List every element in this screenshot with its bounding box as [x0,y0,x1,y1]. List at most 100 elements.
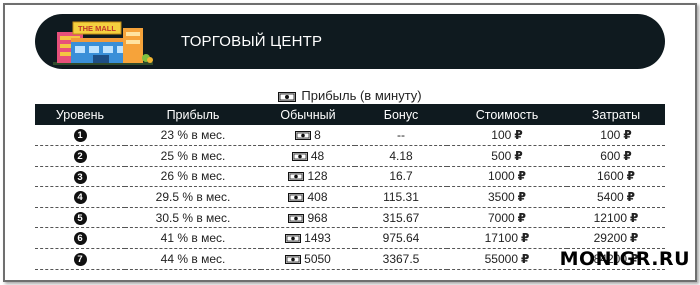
page-title: ТОРГОВЫЙ ЦЕНТР [181,33,323,50]
table-row: 4 29.5 % в мес. 408 115.31 3500 ₽5400 ₽ [35,186,665,208]
cell-regular: 968 [261,207,355,229]
cost-value: 3500 [487,190,515,205]
header-profit: Прибыль [125,104,261,125]
regular-value: 1493 [304,231,331,246]
ruble-sign: ₽ [630,210,639,225]
ruble-sign: ₽ [517,169,527,184]
header-bonus: Бонус [355,104,447,125]
ruble-sign: ₽ [623,128,632,143]
cost-value: 1000 [487,169,515,184]
money-bill-icon [285,234,302,244]
level-badge: 7 [73,253,87,267]
cell-bonus: 3367.5 [355,248,447,270]
cell-regular: 128 [261,166,355,188]
regular-value: 48 [310,148,325,163]
cell-expenses: 100 ₽ [567,125,665,147]
cell-level: 1 [35,125,125,147]
cell-expenses: 1600 ₽ [567,166,665,188]
cost-value: 55000 [484,251,518,266]
cell-bonus: -- [355,125,447,147]
ruble-sign: ₽ [517,190,527,205]
money-bill-icon [291,151,308,161]
cell-expenses: 5400 ₽ [567,186,665,208]
expenses-value: 100 [600,128,621,143]
shopping-mall-icon: THE MALL [53,21,153,65]
money-bill-icon [288,213,305,223]
cell-profit: 23 % в мес. [125,125,261,147]
header-cost: Стоимость [447,104,567,125]
regular-value: 128 [307,169,328,184]
cell-bonus: 975.64 [355,227,447,250]
mall-sign-text: THE MALL [78,24,116,33]
cell-level: 7 [35,248,125,270]
watermark: MONIGR.RU [559,248,690,270]
header-expenses: Затраты [567,104,665,125]
level-badge: 5 [73,211,87,225]
cost-value: 7000 [487,210,515,225]
expenses-value: 600 [600,148,621,163]
header-level: Уровень [35,104,125,125]
table-row: 2 25 % в мес. 48 4.18 500 ₽600 ₽ [35,145,665,167]
cell-cost: 3500 ₽ [447,186,567,208]
cell-profit: 29.5 % в мес. [125,186,261,208]
ruble-sign: ₽ [521,251,530,266]
cell-regular: 1493 [261,227,355,250]
cell-bonus: 315.67 [355,207,447,229]
table-row: 3 26 % в мес. 128 16.7 1000 ₽1600 ₽ [35,166,665,188]
money-bill-icon [285,254,302,264]
cost-value: 100 [491,128,512,143]
expenses-value: 1600 [596,169,624,184]
regular-value: 8 [314,128,321,143]
cell-cost: 1000 ₽ [447,166,567,188]
cell-regular: 8 [261,125,355,147]
expenses-value: 29200 [593,231,627,246]
ruble-sign: ₽ [626,169,636,184]
ruble-sign: ₽ [517,210,527,225]
expenses-value: 12100 [593,210,627,225]
caption-text: Прибыль (в минуту) [301,88,422,103]
cell-expenses: 600 ₽ [567,145,665,167]
header-regular: Обычный [261,104,355,125]
header-banner: THE MALL ТОРГОВЫЙ ЦЕНТР [35,14,665,69]
cell-bonus: 115.31 [355,186,447,208]
ruble-sign: ₽ [626,190,636,205]
cell-cost: 55000 ₽ [447,248,567,270]
cell-cost: 500 ₽ [447,145,567,167]
cell-profit: 25 % в мес. [125,145,261,167]
ruble-sign: ₽ [630,231,639,246]
money-bill-icon [278,92,297,102]
cell-level: 3 [35,166,125,188]
table-header-row: Уровень Прибыль Обычный Бонус Стоимость … [35,104,665,125]
level-badge: 4 [73,191,87,205]
money-bill-icon [288,193,305,203]
level-badge: 1 [73,129,87,143]
cell-regular: 5050 [261,248,355,270]
levels-table: Уровень Прибыль Обычный Бонус Стоимость … [35,104,665,270]
cost-value: 500 [491,148,512,163]
money-bill-icon [295,131,312,141]
ruble-sign: ₽ [521,231,530,246]
cell-profit: 41 % в мес. [125,227,261,250]
cell-bonus: 16.7 [355,166,447,188]
table-row: 5 30.5 % в мес. 968 315.67 7000 ₽12100 ₽ [35,207,665,229]
cell-regular: 48 [261,145,355,167]
cell-profit: 44 % в мес. [125,248,261,270]
cell-cost: 17100 ₽ [447,227,567,250]
level-badge: 2 [73,150,87,164]
table-caption: Прибыль (в минуту) [0,88,700,103]
ruble-sign: ₽ [514,148,523,163]
regular-value: 408 [307,190,328,205]
cell-level: 4 [35,186,125,208]
ruble-sign: ₽ [514,128,523,143]
expenses-value: 5400 [596,190,624,205]
cell-regular: 408 [261,186,355,208]
level-badge: 6 [73,232,87,246]
cell-bonus: 4.18 [355,145,447,167]
cell-profit: 30.5 % в мес. [125,207,261,229]
ruble-sign: ₽ [623,148,632,163]
table-row: 6 41 % в мес. 1493 975.64 17100 ₽29200 ₽ [35,227,665,250]
cell-level: 6 [35,227,125,250]
cell-cost: 100 ₽ [447,125,567,147]
regular-value: 968 [307,210,328,225]
cell-level: 2 [35,145,125,167]
